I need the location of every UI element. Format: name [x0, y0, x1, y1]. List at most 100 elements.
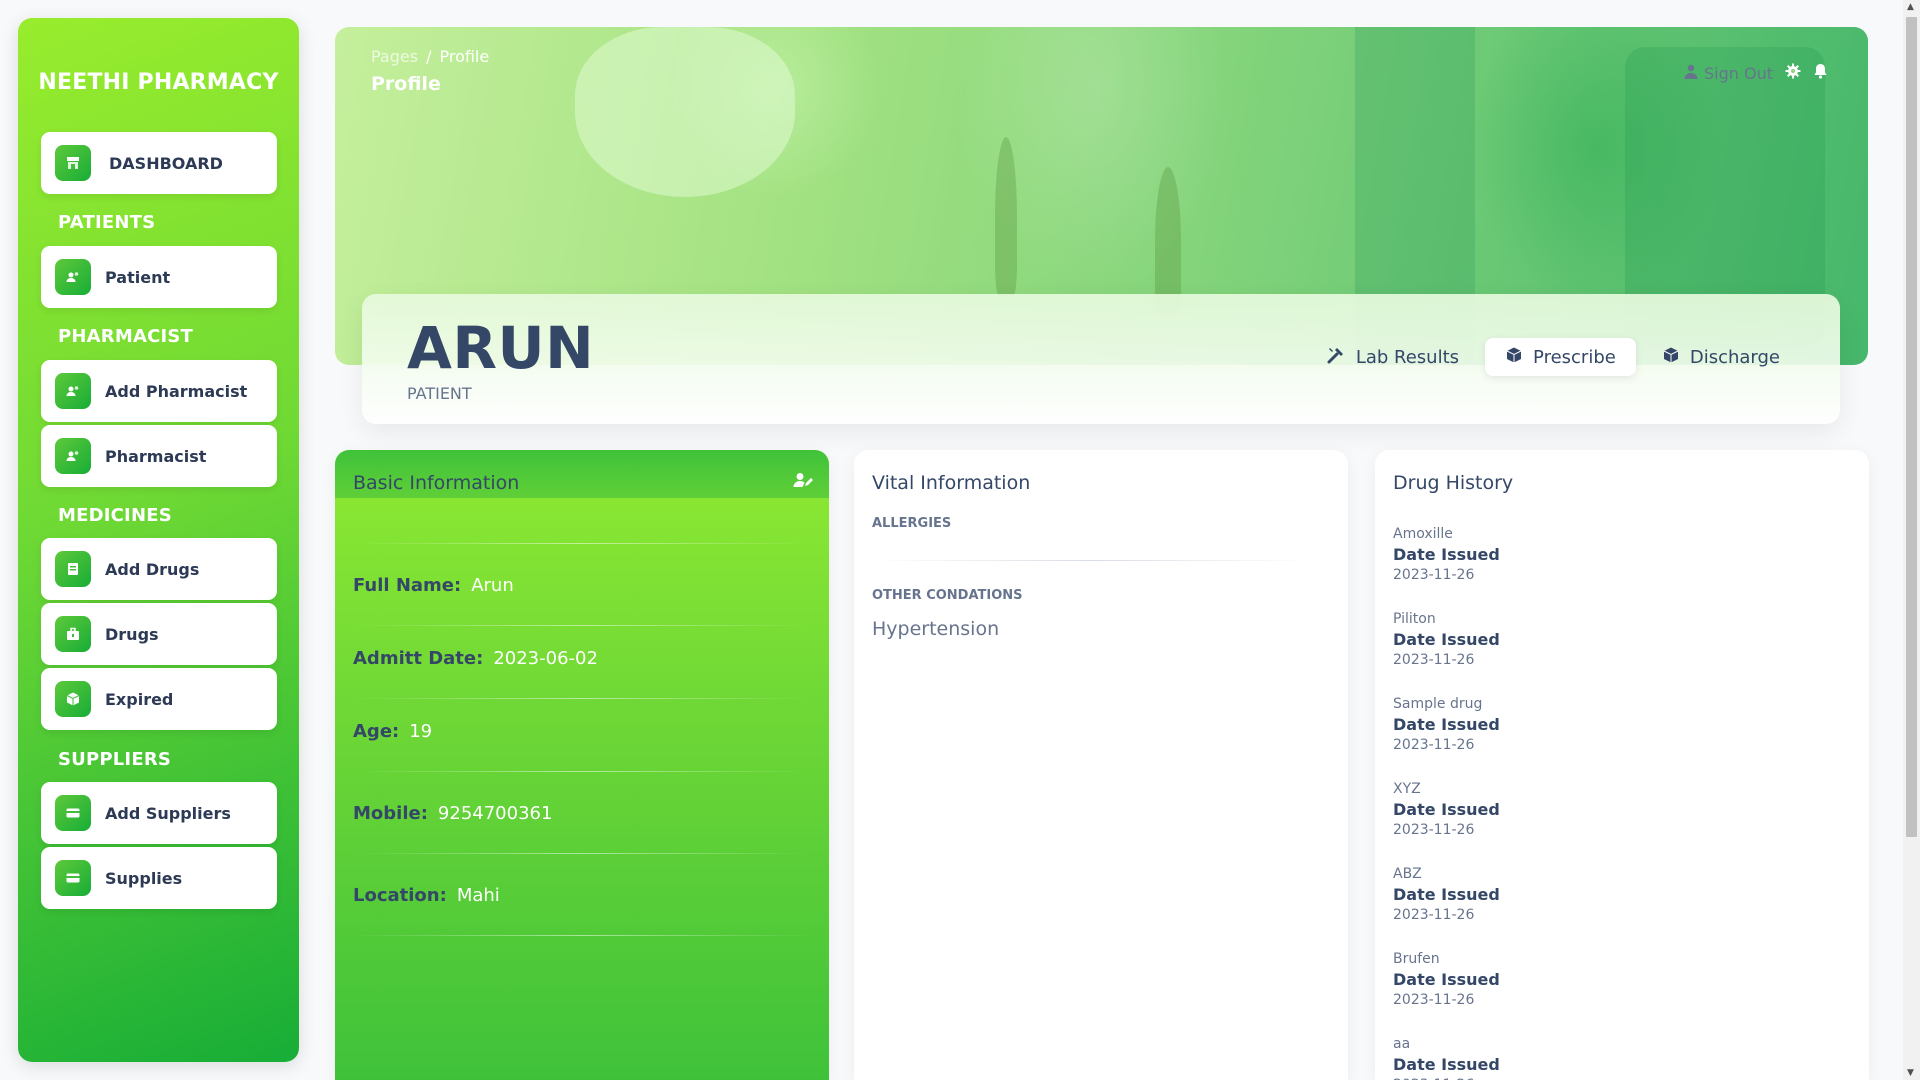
tab-label: Lab Results	[1355, 346, 1460, 368]
section-title-medicines: MEDICINES	[58, 505, 172, 526]
date-issued-label: Date Issued	[1393, 715, 1500, 734]
sidebar-item-supplies[interactable]: Supplies	[41, 847, 277, 909]
profile-tabs: Lab Results Prescribe Discharge	[1306, 338, 1800, 376]
section-title-patients: PATIENTS	[58, 212, 156, 233]
brand-logo[interactable]: NEETHI PHARMACY	[18, 70, 299, 95]
scrollbar-thumb[interactable]	[1906, 17, 1917, 837]
location-value: Mahi	[456, 885, 500, 906]
sidebar-item-label: DASHBOARD	[109, 153, 223, 173]
tab-lab-results[interactable]: Lab Results	[1306, 338, 1479, 376]
top-actions: Sign Out	[1684, 63, 1828, 84]
profile-role: PATIENT	[407, 384, 472, 403]
scroll-down-arrow-icon[interactable]: ▼	[1907, 1068, 1914, 1078]
drug-name: Amoxille	[1393, 526, 1453, 542]
section-title-suppliers: SUPPLIERS	[58, 749, 172, 770]
tab-label: Discharge	[1689, 346, 1780, 368]
allergies-label: ALLERGIES	[872, 516, 952, 531]
breadcrumb-current: Profile	[439, 47, 490, 66]
divider	[872, 560, 1312, 561]
admit-date-value: 2023-06-02	[493, 648, 598, 669]
list-item: aa Date Issued 2023-11-26	[1393, 1034, 1500, 1080]
date-issued-label: Date Issued	[1393, 885, 1500, 904]
store-icon	[55, 145, 91, 181]
mobile-value: 9254700361	[437, 803, 553, 824]
age-value: 19	[409, 721, 433, 742]
credit-card-icon	[55, 860, 91, 896]
drug-history-card: Drug History Amoxille Date Issued 2023-1…	[1375, 450, 1869, 1080]
breadcrumb-pages-link[interactable]: Pages	[371, 47, 418, 66]
sidebar-item-label: Pharmacist	[105, 446, 207, 466]
drug-date: 2023-11-26	[1393, 737, 1475, 753]
users-icon	[55, 438, 91, 474]
tab-prescribe[interactable]: Prescribe	[1485, 338, 1636, 376]
sidebar-item-patient[interactable]: Patient	[41, 246, 277, 308]
drug-date: 2023-11-26	[1393, 907, 1475, 923]
drug-date: 2023-11-26	[1393, 822, 1475, 838]
list-item: ABZ Date Issued 2023-11-26	[1393, 864, 1500, 949]
divider	[353, 771, 811, 772]
sidebar-item-dashboard[interactable]: DASHBOARD	[41, 132, 277, 194]
mobile-row: Mobile: 9254700361	[353, 803, 552, 824]
list-item: Sample drug Date Issued 2023-11-26	[1393, 694, 1500, 779]
other-conditions-label: OTHER CONDATIONS	[872, 588, 1023, 603]
credit-card-icon	[55, 795, 91, 831]
divider	[353, 625, 811, 626]
calendar-icon	[55, 551, 91, 587]
divider	[353, 543, 811, 544]
divider	[353, 853, 811, 854]
breadcrumb-separator: /	[426, 47, 432, 66]
sidebar-item-add-drugs[interactable]: Add Drugs	[41, 538, 277, 600]
divider	[353, 698, 811, 699]
cube-icon	[1662, 346, 1680, 368]
box-icon	[55, 681, 91, 717]
drug-name: Piliton	[1393, 611, 1436, 627]
sidebar-item-add-pharmacist[interactable]: Add Pharmacist	[41, 360, 277, 422]
sidebar-item-label: Add Suppliers	[105, 803, 231, 823]
scroll-up-arrow-icon[interactable]: ▲	[1907, 2, 1914, 12]
page-title: Profile	[371, 73, 441, 95]
profile-card: ARUN PATIENT Lab Results Prescribe Disch…	[362, 294, 1840, 424]
divider	[353, 935, 811, 936]
drug-name: XYZ	[1393, 781, 1421, 797]
cube-icon	[1505, 346, 1523, 368]
background-photo-figure	[995, 137, 1017, 297]
sign-out-button[interactable]: Sign Out	[1684, 64, 1773, 83]
tab-label: Prescribe	[1533, 346, 1616, 368]
date-issued-label: Date Issued	[1393, 630, 1500, 649]
date-issued-label: Date Issued	[1393, 1055, 1500, 1074]
sidebar-item-label: Add Pharmacist	[105, 381, 248, 401]
user-edit-icon[interactable]	[793, 472, 813, 493]
sign-out-label: Sign Out	[1704, 64, 1773, 83]
sidebar-item-label: Supplies	[105, 868, 183, 888]
full-name-row: Full Name: Arun	[353, 575, 514, 596]
sidebar-item-drugs[interactable]: Drugs	[41, 603, 277, 665]
vital-information-card: Vital Information ALLERGIES OTHER CONDAT…	[854, 450, 1348, 1080]
sidebar-item-expired[interactable]: Expired	[41, 668, 277, 730]
drug-date: 2023-11-26	[1393, 992, 1475, 1008]
gear-icon[interactable]	[1785, 63, 1801, 84]
drug-name: aa	[1393, 1036, 1411, 1052]
tab-discharge[interactable]: Discharge	[1642, 338, 1800, 376]
sidebar-item-add-suppliers[interactable]: Add Suppliers	[41, 782, 277, 844]
sidebar-item-label: Drugs	[105, 624, 159, 644]
age-row: Age: 19	[353, 721, 432, 742]
sidebar-item-pharmacist[interactable]: Pharmacist	[41, 425, 277, 487]
age-label: Age:	[353, 721, 400, 742]
page-scrollbar[interactable]: ▲ ▼	[1903, 0, 1920, 1080]
card-title: Drug History	[1393, 472, 1514, 494]
section-title-pharmacist: PHARMACIST	[58, 326, 194, 347]
location-row: Location: Mahi	[353, 885, 500, 906]
card-title: Basic Information	[353, 472, 520, 494]
list-item: XYZ Date Issued 2023-11-26	[1393, 779, 1500, 864]
date-issued-label: Date Issued	[1393, 545, 1500, 564]
sidebar: NEETHI PHARMACY DASHBOARD PATIENTS Patie…	[18, 18, 299, 1062]
full-name-value: Arun	[471, 575, 514, 596]
drug-history-list: Amoxille Date Issued 2023-11-26 Piliton …	[1393, 524, 1500, 1080]
bell-icon[interactable]	[1813, 63, 1828, 84]
tools-icon	[1326, 345, 1346, 369]
sidebar-item-label: Add Drugs	[105, 559, 200, 579]
drug-name: Brufen	[1393, 951, 1440, 967]
profile-name: ARUN	[407, 314, 595, 382]
date-issued-label: Date Issued	[1393, 800, 1500, 819]
users-icon	[55, 373, 91, 409]
